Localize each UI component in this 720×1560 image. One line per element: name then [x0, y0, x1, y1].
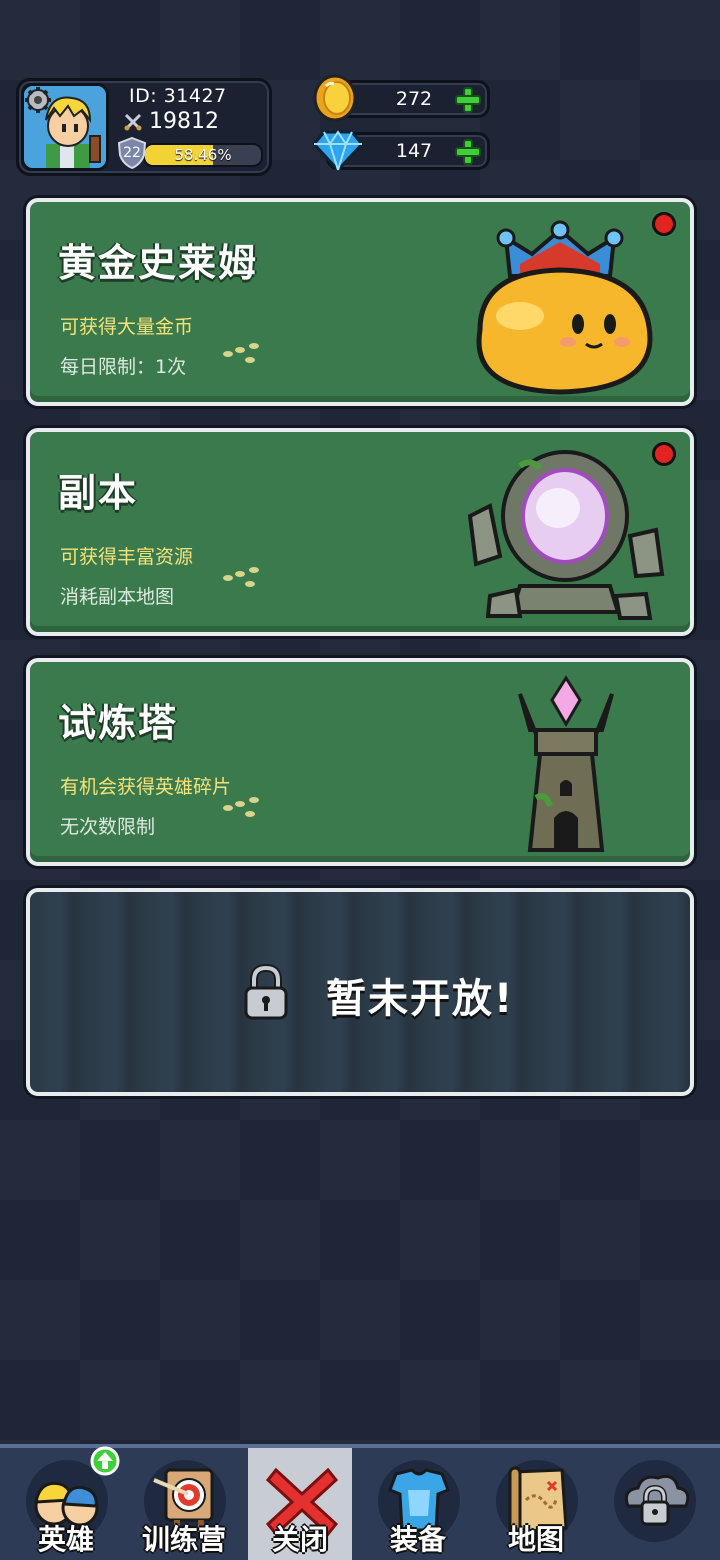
player-id: ID: 31427: [129, 85, 227, 107]
add-diamond-plus-icon[interactable]: [453, 138, 483, 166]
nav-label: 训练营: [141, 1523, 226, 1556]
add-gold-plus-icon[interactable]: [453, 86, 483, 114]
nav-item-training-camp[interactable]: 训练营: [128, 1448, 240, 1560]
nav-item-locked[interactable]: [598, 1448, 710, 1560]
gold-slime-king-icon: [476, 220, 653, 395]
locked-cloud-icon: [624, 1474, 690, 1526]
combat-power: 19812: [123, 109, 219, 134]
nav-item-close[interactable]: 关闭: [248, 1448, 352, 1560]
grass-decoration-icon: [223, 567, 259, 587]
gold-amount: 272: [395, 88, 433, 110]
grass-decoration-icon: [223, 797, 259, 817]
crystal-tower-icon: [518, 675, 614, 852]
mode-subtitle: 有机会获得英雄碎片: [60, 776, 232, 798]
crossed-swords-icon: [124, 113, 142, 130]
locked-mode-card: 暂未开放!: [26, 888, 694, 1096]
player-level: 22: [123, 145, 141, 161]
mode-subtitle: 可获得大量金币: [60, 316, 194, 338]
mode-title: 副本: [58, 471, 139, 515]
diamond-icon: [312, 130, 364, 172]
level-badge: 22: [117, 136, 147, 170]
experience-bar: 58.46%: [143, 143, 263, 167]
mode-title: 黄金史莱姆: [58, 241, 259, 285]
padlock-icon: [244, 964, 288, 1020]
player-avatar[interactable]: [21, 83, 109, 171]
mode-title: 试炼塔: [58, 701, 179, 745]
nav-item-heroes[interactable]: 英雄: [10, 1446, 122, 1560]
mode-card-gold-slime[interactable]: 黄金史莱姆 可获得大量金币 每日限制：1次: [26, 198, 694, 406]
nav-item-map[interactable]: 地图: [480, 1448, 592, 1560]
nav-item-equipment[interactable]: 装备: [362, 1448, 474, 1560]
nav-label: 关闭: [271, 1523, 328, 1556]
grass-decoration-icon: [223, 343, 259, 363]
notification-dot: [652, 442, 676, 466]
locked-mode-label: 暂未开放!: [326, 976, 515, 1022]
nav-label: 装备: [389, 1523, 446, 1556]
mode-info: 无次数限制: [60, 816, 156, 838]
bottom-nav: 英雄 训练营 关闭 装备 地图: [0, 1444, 720, 1560]
mode-info: 每日限制：1次: [60, 356, 187, 378]
mode-card-dungeon[interactable]: 副本 可获得丰富资源 消耗副本地图: [26, 428, 694, 636]
experience-percent: 58.46%: [174, 146, 232, 164]
nav-label: 地图: [507, 1523, 564, 1556]
mode-info: 消耗副本地图: [60, 586, 175, 608]
nav-label: 英雄: [37, 1523, 94, 1556]
settings-gear-icon[interactable]: [24, 86, 52, 114]
mode-card-trial-tower[interactable]: 试炼塔 有机会获得英雄碎片 无次数限制: [26, 658, 694, 866]
player-profile[interactable]: ID: 31427 19812 58.46% 22: [16, 78, 272, 176]
mode-subtitle: 可获得丰富资源: [60, 546, 194, 568]
stone-portal-icon: [467, 450, 665, 620]
gold-coin-icon: [313, 74, 357, 122]
diamond-amount: 147: [395, 140, 433, 162]
combat-power-value: 19812: [149, 109, 219, 134]
upgrade-arrow-icon: [90, 1446, 120, 1476]
notification-dot: [652, 212, 676, 236]
